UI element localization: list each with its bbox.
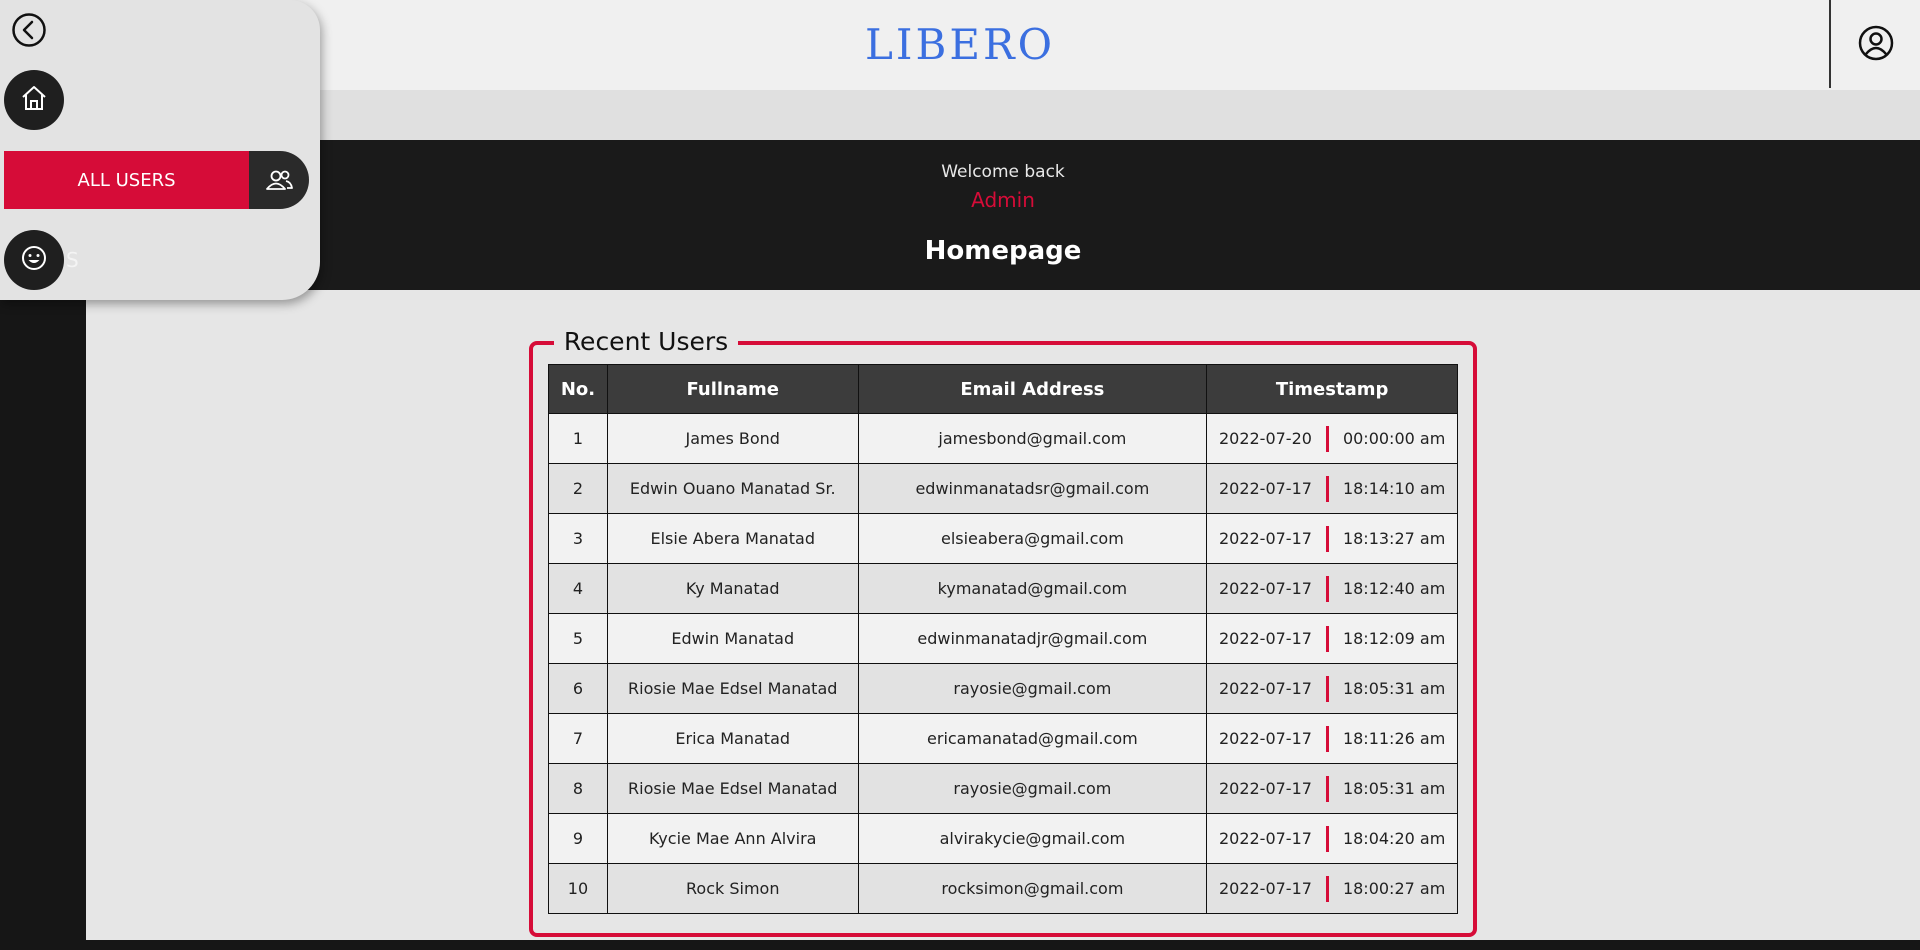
timestamp-time: 18:14:10 am [1342,479,1446,498]
timestamp-divider [1325,875,1329,902]
cell-timestamp: 2022-07-17 18:04:20 am [1206,813,1458,864]
cell-timestamp: 2022-07-17 18:05:31 am [1206,763,1458,814]
cell-email: ericamanatad@gmail.com [857,713,1208,764]
timestamp-divider [1325,625,1329,652]
timestamp-time: 00:00:00 am [1342,429,1446,448]
cell-email: alvirakycie@gmail.com [857,813,1208,864]
smile-button[interactable] [4,230,64,290]
cell-fullname: Elsie Abera Manatad [606,513,859,564]
cell-fullname: Kycie Mae Ann Alvira [606,813,859,864]
cell-fullname: Ky Manatad [606,563,859,614]
cell-fullname: Riosie Mae Edsel Manatad [606,663,859,714]
timestamp-date: 2022-07-17 [1218,679,1312,698]
table-row: 4 Ky Manatad kymanatad@gmail.com 2022-07-17… [548,563,1458,614]
cell-timestamp: 2022-07-17 18:12:40 am [1206,563,1458,614]
timestamp-time: 18:12:09 am [1342,629,1446,648]
recent-users-table: No. Fullname Email Address Timestamp 1 Ja… [548,364,1458,914]
timestamp-divider [1325,475,1329,502]
table-row: 5 Edwin Manatad edwinmanatadjr@gmail.com 20… [548,613,1458,664]
timestamp-divider [1325,425,1329,452]
back-icon[interactable] [11,12,47,48]
timestamp-divider [1325,575,1329,602]
home-icon [19,83,49,117]
timestamp-divider [1325,825,1329,852]
table-row: 9 Kycie Mae Ann Alvira alvirakycie@gmail.c… [548,813,1458,864]
cell-no: 7 [548,713,608,764]
timestamp-date: 2022-07-17 [1218,529,1312,548]
timestamp-date: 2022-07-17 [1218,629,1312,648]
timestamp-divider [1325,525,1329,552]
cell-fullname: Erica Manatad [606,713,859,764]
cell-no: 9 [548,813,608,864]
table-row: 3 Elsie Abera Manatad elsieabera@gmail.com… [548,513,1458,564]
column-header-timestamp: Timestamp [1206,364,1458,414]
timestamp-time: 18:11:26 am [1342,729,1446,748]
home-button[interactable] [4,70,64,130]
cell-timestamp: 2022-07-17 18:14:10 am [1206,463,1458,514]
cell-no: 8 [548,763,608,814]
timestamp-time: 18:05:31 am [1342,679,1446,698]
cell-fullname: James Bond [606,413,859,464]
timestamp-date: 2022-07-17 [1218,779,1312,798]
timestamp-time: 18:00:27 am [1342,879,1446,898]
timestamp-divider [1325,775,1329,802]
timestamp-time: 18:05:31 am [1342,779,1446,798]
cell-timestamp: 2022-07-17 18:11:26 am [1206,713,1458,764]
cell-email: kymanatad@gmail.com [857,563,1208,614]
table-header-row: No. Fullname Email Address Timestamp [548,364,1458,414]
cell-email: rayosie@gmail.com [857,663,1208,714]
cell-timestamp: 2022-07-17 18:12:09 am [1206,613,1458,664]
timestamp-date: 2022-07-17 [1218,829,1312,848]
table-row: 8 Riosie Mae Edsel Manatad rayosie@gmail.c… [548,763,1458,814]
timestamp-divider [1325,725,1329,752]
cell-fullname: Riosie Mae Edsel Manatad [606,763,859,814]
table-row: 1 James Bond jamesbond@gmail.com 2022-07-20… [548,413,1458,464]
users-icon [249,151,309,209]
sidebar-item-label: ALL USERS [4,151,249,209]
timestamp-date: 2022-07-17 [1218,879,1312,898]
timestamp-date: 2022-07-17 [1218,729,1312,748]
timestamp-divider [1325,675,1329,702]
cell-no: 1 [548,413,608,464]
cell-email: jamesbond@gmail.com [857,413,1208,464]
cell-fullname: Edwin Manatad [606,613,859,664]
user-circle-icon[interactable] [1857,24,1895,62]
table-row: 2 Edwin Ouano Manatad Sr. edwinmanatadsr@g… [548,463,1458,514]
smile-icon [19,243,49,277]
timestamp-time: 18:04:20 am [1342,829,1446,848]
cell-email: edwinmanatadjr@gmail.com [857,613,1208,664]
column-header-fullname: Fullname [606,364,859,414]
cell-fullname: Rock Simon [606,863,859,914]
table-row: 7 Erica Manatad ericamanatad@gmail.com 2022… [548,713,1458,764]
cell-no: 10 [548,863,608,914]
cell-email: rocksimon@gmail.com [857,863,1208,914]
table-row: 6 Riosie Mae Edsel Manatad rayosie@gmail.c… [548,663,1458,714]
timestamp-date: 2022-07-20 [1218,429,1312,448]
timestamp-time: 18:13:27 am [1342,529,1446,548]
sidebar-item-all-users[interactable]: ALL USERS [4,151,309,209]
cell-no: 2 [548,463,608,514]
sidebar-hidden-label: S [66,248,79,272]
cell-email: edwinmanatadsr@gmail.com [857,463,1208,514]
timestamp-date: 2022-07-17 [1218,479,1312,498]
cell-no: 4 [548,563,608,614]
timestamp-time: 18:12:40 am [1342,579,1446,598]
table-row: 10 Rock Simon rocksimon@gmail.com 2022-07-1… [548,863,1458,914]
cell-timestamp: 2022-07-17 18:13:27 am [1206,513,1458,564]
cell-no: 5 [548,613,608,664]
cell-email: rayosie@gmail.com [857,763,1208,814]
timestamp-date: 2022-07-17 [1218,579,1312,598]
cell-no: 6 [548,663,608,714]
column-header-no: No. [548,364,608,414]
cell-no: 3 [548,513,608,564]
main-content: Recent Users No. Fullname Email Address … [86,290,1920,940]
cell-fullname: Edwin Ouano Manatad Sr. [606,463,859,514]
top-divider [1829,0,1831,88]
column-header-email: Email Address [857,364,1208,414]
cell-timestamp: 2022-07-20 00:00:00 am [1206,413,1458,464]
sidebar-menu: ALL USERS S [0,0,320,300]
cell-timestamp: 2022-07-17 18:05:31 am [1206,663,1458,714]
cell-timestamp: 2022-07-17 18:00:27 am [1206,863,1458,914]
cell-email: elsieabera@gmail.com [857,513,1208,564]
